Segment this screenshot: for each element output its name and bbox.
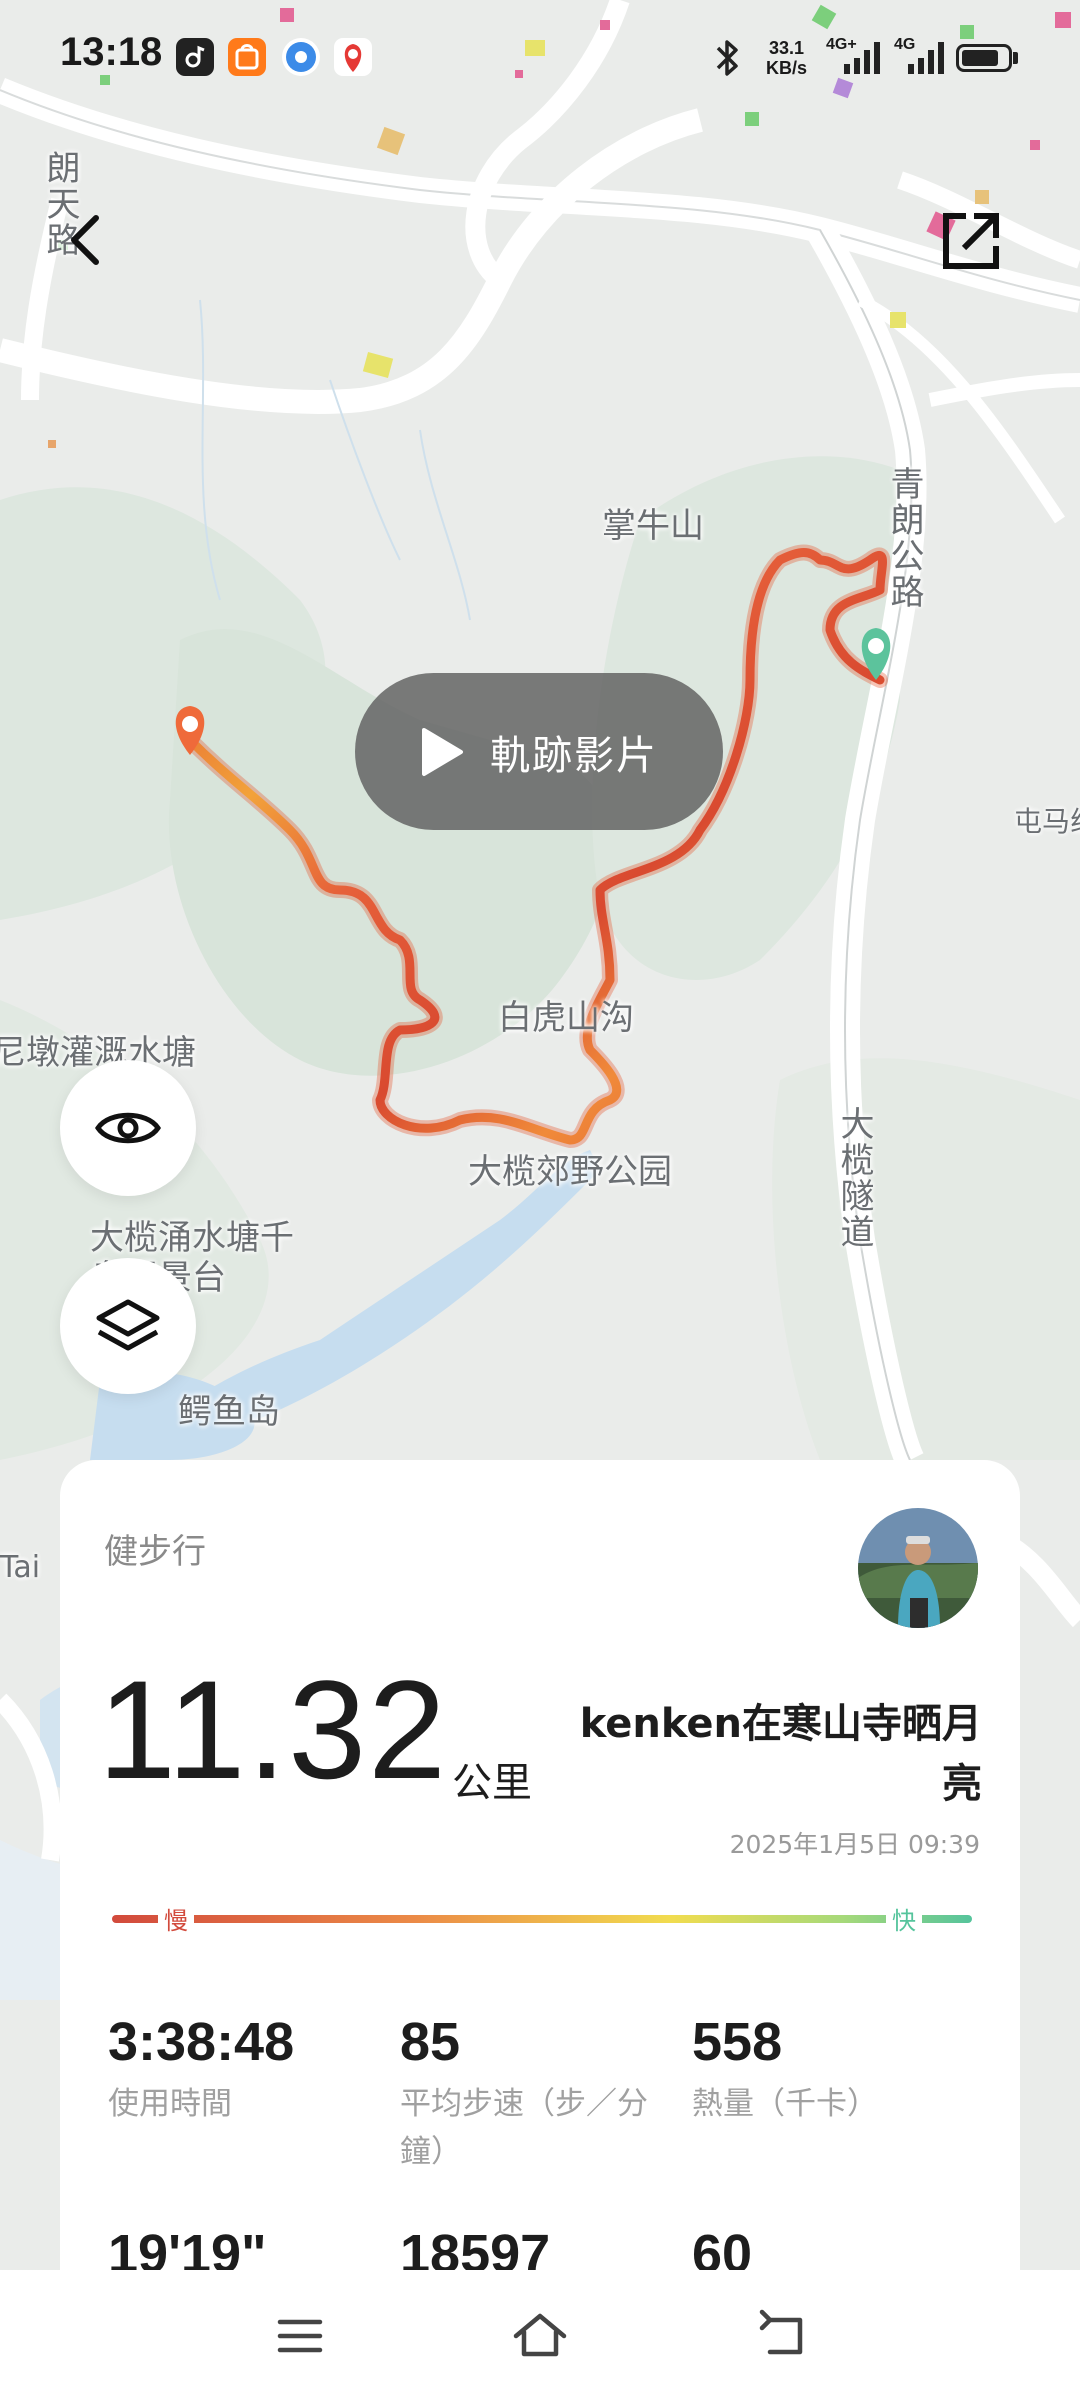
- track-video-label: 軌跡影片: [490, 732, 658, 779]
- external-share-icon: [943, 213, 999, 269]
- username: kenken在寒山寺晒月亮: [579, 1701, 982, 1807]
- battery-icon: [956, 44, 1012, 72]
- map-label-baihu: 白虎山沟: [498, 998, 634, 1038]
- map-label-tunma: 屯马线: [1014, 805, 1080, 838]
- back-button[interactable]: [56, 210, 116, 270]
- stat-duration: 3:38:48 使用時間: [108, 2010, 388, 2128]
- map-label-qinglang-road: 青朗公路: [884, 466, 924, 610]
- stat-cadence: 85 平均步速（步／分鐘）: [400, 2010, 660, 2176]
- net-speed-value: 33.1: [768, 38, 805, 58]
- nav-menu-button[interactable]: [270, 2306, 330, 2366]
- location-app-icon: [334, 38, 372, 76]
- pace-slow-label: 慢: [158, 1901, 194, 1936]
- visibility-button[interactable]: [60, 1060, 196, 1196]
- chevron-left-icon: [71, 215, 99, 265]
- activity-summary-card: 健步行 11.32 公里 kenken在寒山寺晒月亮 2025年1月5日 09:…: [60, 1460, 1020, 2400]
- activity-type: 健步行: [104, 1532, 206, 1572]
- share-button[interactable]: [940, 210, 1002, 272]
- layers-icon: [96, 1299, 160, 1351]
- avatar-image: [858, 1508, 978, 1628]
- battery-tip: [1013, 52, 1018, 64]
- nav-home-button[interactable]: [510, 2306, 570, 2366]
- stat-value: 85: [400, 2012, 461, 2072]
- pace-gradient-bar: [112, 1915, 972, 1923]
- stat-label: 熱量（千卡）: [692, 2086, 878, 2122]
- map-label-zhangniushan: 掌牛山: [602, 506, 704, 546]
- status-time: 13:18: [60, 30, 163, 74]
- pace-fast-label: 快: [886, 1901, 922, 1936]
- stat-calories: 558 熱量（千卡）: [692, 2010, 972, 2128]
- record-date: 2025年1月5日 09:39: [729, 1830, 980, 1859]
- music-app-icon: [176, 38, 214, 76]
- back-icon: [759, 2309, 803, 2355]
- track-video-button[interactable]: 軌跡影片: [355, 673, 723, 830]
- screen: 朗天路 掌牛山 青朗公路 屯马线 白虎山沟 尼墩灌溉水塘 大榄郊野公园 大榄涌水…: [0, 0, 1080, 2400]
- navigation-bar: [0, 2270, 1080, 2400]
- stat-value: 558: [692, 2012, 783, 2072]
- net-speed-unit: KB/s: [766, 58, 808, 78]
- menu-icon: [277, 2319, 323, 2353]
- map-app-icon: [282, 38, 320, 76]
- avatar[interactable]: [858, 1508, 978, 1628]
- nav-back-button[interactable]: [752, 2306, 812, 2366]
- signal-icon: [844, 42, 880, 74]
- shopping-app-icon: [228, 38, 266, 76]
- bluetooth-icon: [716, 40, 738, 76]
- battery-level: [962, 50, 998, 66]
- play-icon: [422, 727, 463, 776]
- map-label-country-park: 大榄郊野公园: [468, 1152, 672, 1192]
- eye-icon: [95, 1112, 161, 1144]
- map-label-tunnel: 大榄隧道: [834, 1106, 874, 1250]
- stat-value: 3:38:48: [108, 2012, 295, 2072]
- distance-value: 11.32: [98, 1651, 448, 1808]
- map-label-crocodile-island: 鳄鱼岛: [178, 1392, 280, 1432]
- status-bar: 13:18 33.1 KB/s 4G+ 4G: [0, 0, 1080, 110]
- net-speed: 33.1 KB/s: [766, 38, 807, 78]
- signal-icon-2: [908, 42, 944, 74]
- map-layers-button[interactable]: [60, 1258, 196, 1394]
- stat-label: 平均步速（步／分鐘）: [400, 2086, 648, 2170]
- map-label-tai: Tai: [0, 1550, 41, 1585]
- home-icon: [513, 2313, 567, 2357]
- stat-label: 使用時間: [108, 2086, 232, 2122]
- distance-unit: 公里: [452, 1760, 532, 1806]
